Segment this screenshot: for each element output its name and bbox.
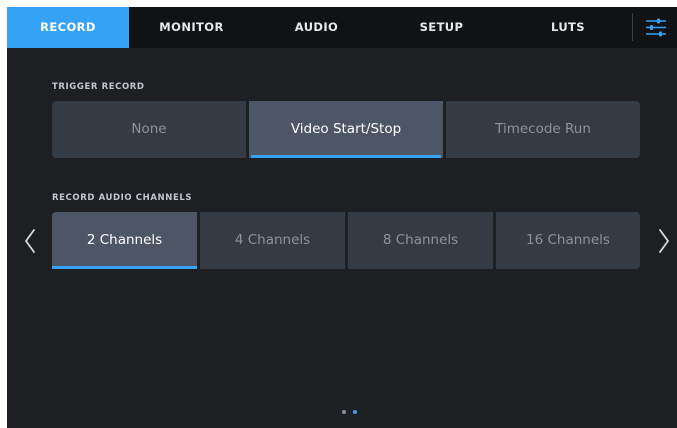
- tab-audio[interactable]: AUDIO: [254, 7, 379, 48]
- selected-indicator: [52, 266, 197, 269]
- chevron-right-icon: [659, 229, 669, 253]
- record-settings-screen: RECORD MONITOR AUDIO SETUP LUTS TRIGGER …: [7, 7, 677, 428]
- audio-option-8-channels[interactable]: 8 Channels: [348, 212, 493, 269]
- sliders-icon: [646, 18, 666, 37]
- tab-monitor[interactable]: MONITOR: [129, 7, 254, 48]
- tab-luts[interactable]: LUTS: [504, 7, 632, 48]
- audio-option-16-channels-label: 16 Channels: [526, 232, 610, 248]
- next-page-button[interactable]: [655, 225, 673, 257]
- record-audio-channels-label: RECORD AUDIO CHANNELS: [52, 193, 193, 203]
- trigger-option-video-start-stop[interactable]: Video Start/Stop: [249, 101, 443, 158]
- tab-bar: RECORD MONITOR AUDIO SETUP LUTS: [7, 7, 677, 48]
- audio-option-8-channels-label: 8 Channels: [382, 232, 459, 248]
- device-frame: RECORD MONITOR AUDIO SETUP LUTS TRIGGER …: [0, 0, 677, 428]
- page-dot-2[interactable]: [353, 410, 357, 414]
- chevron-left-icon: [25, 229, 35, 253]
- previous-page-button[interactable]: [21, 225, 39, 257]
- selected-indicator: [251, 155, 441, 158]
- trigger-option-timecode-run-label: Timecode Run: [495, 121, 591, 137]
- audio-option-4-channels[interactable]: 4 Channels: [200, 212, 345, 269]
- trigger-option-video-start-stop-label: Video Start/Stop: [290, 121, 402, 137]
- tab-setup[interactable]: SETUP: [379, 7, 504, 48]
- settings-button[interactable]: [639, 13, 673, 42]
- trigger-option-none[interactable]: None: [52, 101, 246, 158]
- audio-option-16-channels[interactable]: 16 Channels: [496, 212, 640, 269]
- tab-record[interactable]: RECORD: [7, 7, 129, 48]
- audio-option-4-channels-label: 4 Channels: [234, 232, 311, 248]
- trigger-option-timecode-run[interactable]: Timecode Run: [446, 101, 640, 158]
- trigger-option-none-label: None: [131, 121, 167, 137]
- page-dot-1[interactable]: [342, 410, 346, 414]
- audio-option-2-channels[interactable]: 2 Channels: [52, 212, 197, 269]
- audio-option-2-channels-label: 2 Channels: [86, 232, 163, 248]
- tab-divider: [632, 13, 633, 41]
- trigger-record-label: TRIGGER RECORD: [52, 82, 145, 92]
